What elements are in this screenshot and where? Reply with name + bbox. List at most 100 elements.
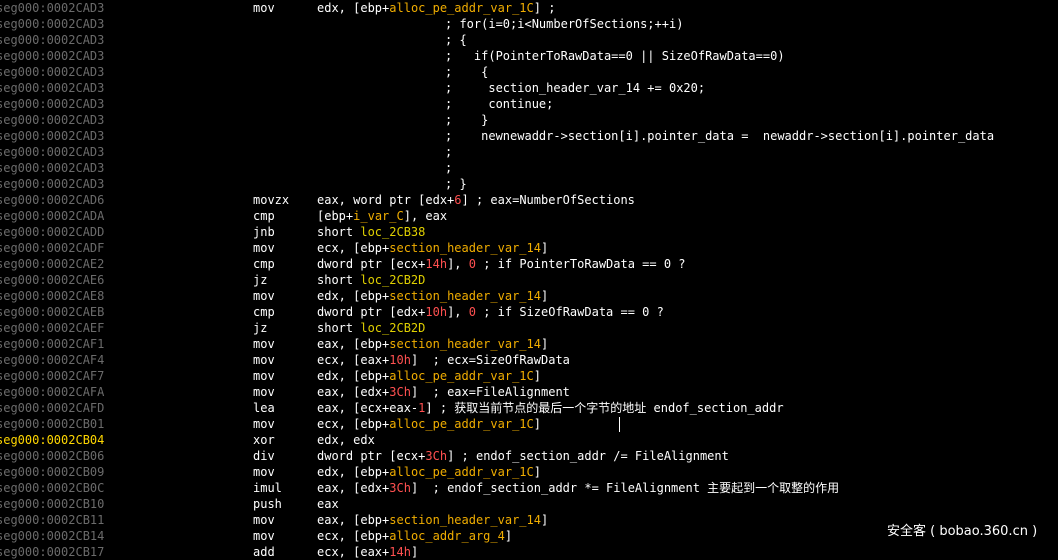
listing-line[interactable]: seg000:0002CAEF jz short loc_2CB2D [0, 320, 1058, 336]
variable-token[interactable]: section_header_var_14 [389, 513, 541, 527]
line-address[interactable]: seg000:0002CAD3 [0, 176, 104, 192]
line-address[interactable]: seg000:0002CB01 [0, 416, 104, 432]
instruction-mnemonic[interactable]: cmp [253, 304, 275, 320]
instruction-mnemonic[interactable]: lea [253, 400, 275, 416]
line-address[interactable]: seg000:0002CAD3 [0, 32, 104, 48]
line-address[interactable]: seg000:0002CAE6 [0, 272, 104, 288]
instruction-operands[interactable]: eax, [ebp+section_header_var_14] [317, 336, 548, 352]
line-address[interactable]: seg000:0002CAE8 [0, 288, 104, 304]
line-address[interactable]: seg000:0002CB04 [0, 432, 104, 448]
listing-line[interactable]: seg000:0002CAD3 mov edx, [ebp+alloc_pe_add… [0, 0, 1058, 16]
listing-line[interactable]: seg000:0002CAFA mov eax, [edx+3Ch] ; eax=F… [0, 384, 1058, 400]
variable-token[interactable]: alloc_pe_addr_var_1C [389, 465, 534, 479]
variable-token[interactable]: alloc_pe_addr_var_1C [389, 369, 534, 383]
listing-line[interactable]: seg000:0002CAD3 ; newnewaddr->section[i].… [0, 128, 1058, 144]
line-address[interactable]: seg000:0002CAFA [0, 384, 104, 400]
instruction-operands[interactable]: ecx, [eax+10h] ; ecx=SizeOfRawData [317, 352, 570, 368]
instruction-mnemonic[interactable]: mov [253, 0, 275, 16]
listing-line[interactable]: seg000:0002CAD3 ; if(PointerToRawData==0 … [0, 48, 1058, 64]
listing-line[interactable]: seg000:0002CB09 mov edx, [ebp+alloc_pe_add… [0, 464, 1058, 480]
variable-token[interactable]: i_var_C [353, 209, 404, 223]
line-address[interactable]: seg000:0002CB0C [0, 480, 104, 496]
instruction-operands[interactable]: eax, [edx+3Ch] ; eax=FileAlignment [317, 384, 570, 400]
listing-line[interactable]: seg000:0002CAE6 jz short loc_2CB2D [0, 272, 1058, 288]
listing-line[interactable]: seg000:0002CB01 mov ecx, [ebp+alloc_pe_add… [0, 416, 1058, 432]
listing-line[interactable]: seg000:0002CAD3; [0, 160, 1058, 176]
instruction-operands[interactable]: ecx, [ebp+alloc_pe_addr_var_1C] [317, 416, 541, 432]
instruction-mnemonic[interactable]: mov [253, 336, 275, 352]
instruction-operands[interactable]: ecx, [eax+14h] [317, 544, 418, 560]
listing-line[interactable]: seg000:0002CAF7 mov edx, [ebp+alloc_pe_add… [0, 368, 1058, 384]
instruction-mnemonic[interactable]: mov [253, 240, 275, 256]
instruction-mnemonic[interactable]: div [253, 448, 275, 464]
instruction-mnemonic[interactable]: mov [253, 416, 275, 432]
listing-line[interactable]: seg000:0002CAEB cmp dword ptr [edx+10h], 0… [0, 304, 1058, 320]
line-address[interactable]: seg000:0002CAEF [0, 320, 104, 336]
instruction-operands[interactable]: [ebp+i_var_C], eax [317, 208, 447, 224]
line-address[interactable]: seg000:0002CB09 [0, 464, 104, 480]
variable-token[interactable]: section_header_var_14 [389, 241, 541, 255]
instruction-mnemonic[interactable]: jz [253, 272, 267, 288]
listing-line[interactable]: seg000:0002CAE8 mov edx, [ebp+section_head… [0, 288, 1058, 304]
instruction-operands[interactable]: eax, [ebp+section_header_var_14] [317, 512, 548, 528]
listing-line[interactable]: seg000:0002CAD3 ; } [0, 176, 1058, 192]
listing-line[interactable]: seg000:0002CAF4 mov ecx, [eax+10h] ; ecx=S… [0, 352, 1058, 368]
listing-line[interactable]: seg000:0002CB0C imul eax, [edx+3Ch] ; endo… [0, 480, 1058, 496]
listing-line[interactable]: seg000:0002CAE2 cmp dword ptr [ecx+14h], 0… [0, 256, 1058, 272]
listing-line[interactable]: seg000:0002CAD3 ; { [0, 64, 1058, 80]
instruction-operands[interactable]: dword ptr [ecx+14h], 0 ; if PointerToRaw… [317, 256, 686, 272]
instruction-operands[interactable]: edx, [ebp+alloc_pe_addr_var_1C] [317, 464, 541, 480]
listing-line[interactable]: seg000:0002CAD3 ; continue; [0, 96, 1058, 112]
instruction-operands[interactable]: edx, [ebp+alloc_pe_addr_var_1C] ; [317, 0, 555, 16]
listing-line[interactable]: seg000:0002CB10 push eax [0, 496, 1058, 512]
instruction-operands[interactable]: dword ptr [ecx+3Ch] ; endof_section_addr… [317, 448, 729, 464]
line-address[interactable]: seg000:0002CAD3 [0, 16, 104, 32]
listing-line[interactable]: seg000:0002CB17 add ecx, [eax+14h] [0, 544, 1058, 560]
instruction-mnemonic[interactable]: mov [253, 384, 275, 400]
instruction-mnemonic[interactable]: mov [253, 368, 275, 384]
line-address[interactable]: seg000:0002CAD3 [0, 128, 104, 144]
instruction-operands[interactable]: edx, [ebp+section_header_var_14] [317, 288, 548, 304]
instruction-mnemonic[interactable]: xor [253, 432, 275, 448]
line-address[interactable]: seg000:0002CAD6 [0, 192, 104, 208]
line-address[interactable]: seg000:0002CAD3 [0, 48, 104, 64]
listing-line[interactable]: seg000:0002CAD6 movzx eax, word ptr [edx+6… [0, 192, 1058, 208]
instruction-mnemonic[interactable]: mov [253, 352, 275, 368]
instruction-operands[interactable]: ecx, [ebp+section_header_var_14] [317, 240, 548, 256]
instruction-operands[interactable]: edx, [ebp+alloc_pe_addr_var_1C] [317, 368, 541, 384]
line-address[interactable]: seg000:0002CB11 [0, 512, 104, 528]
variable-token[interactable]: alloc_pe_addr_var_1C [389, 1, 534, 15]
instruction-mnemonic[interactable]: cmp [253, 208, 275, 224]
instruction-operands[interactable]: ecx, [ebp+alloc_addr_arg_4] [317, 528, 512, 544]
instruction-mnemonic[interactable]: movzx [253, 192, 289, 208]
line-address[interactable]: seg000:0002CADF [0, 240, 104, 256]
instruction-operands[interactable]: short loc_2CB38 [317, 224, 425, 240]
listing-line[interactable]: seg000:0002CAFD lea eax, [ecx+eax-1] ; 获取当… [0, 400, 1058, 416]
location-token[interactable]: loc_2CB2D [360, 321, 425, 335]
line-address[interactable]: seg000:0002CAD3 [0, 160, 104, 176]
listing-line[interactable]: seg000:0002CADD jnb short loc_2CB38 [0, 224, 1058, 240]
instruction-operands[interactable]: edx, edx [317, 432, 375, 448]
line-address[interactable]: seg000:0002CAEB [0, 304, 104, 320]
instruction-mnemonic[interactable]: push [253, 496, 282, 512]
listing-line[interactable]: seg000:0002CAF1 mov eax, [ebp+section_head… [0, 336, 1058, 352]
listing-line[interactable]: seg000:0002CADF mov ecx, [ebp+section_head… [0, 240, 1058, 256]
instruction-mnemonic[interactable]: cmp [253, 256, 275, 272]
instruction-operands[interactable]: dword ptr [edx+10h], 0 ; if SizeOfRawDat… [317, 304, 664, 320]
line-address[interactable]: seg000:0002CAD3 [0, 0, 104, 16]
line-address[interactable]: seg000:0002CAD3 [0, 144, 104, 160]
instruction-mnemonic[interactable]: jnb [253, 224, 275, 240]
line-address[interactable]: seg000:0002CAF4 [0, 352, 104, 368]
instruction-mnemonic[interactable]: add [253, 544, 275, 560]
variable-token[interactable]: section_header_var_14 [389, 289, 541, 303]
listing-line[interactable]: seg000:0002CAD3 ; { [0, 32, 1058, 48]
line-address[interactable]: seg000:0002CAFD [0, 400, 104, 416]
instruction-operands[interactable]: eax, word ptr [edx+6] ; eax=NumberOfSect… [317, 192, 635, 208]
line-address[interactable]: seg000:0002CAE2 [0, 256, 104, 272]
variable-token[interactable]: alloc_pe_addr_var_1C [389, 417, 534, 431]
line-address[interactable]: seg000:0002CAD3 [0, 80, 104, 96]
line-address[interactable]: seg000:0002CB17 [0, 544, 104, 560]
line-address[interactable]: seg000:0002CAD3 [0, 96, 104, 112]
instruction-operands[interactable]: eax, [edx+3Ch] ; endof_section_addr *= F… [317, 480, 839, 496]
instruction-mnemonic[interactable]: mov [253, 528, 275, 544]
